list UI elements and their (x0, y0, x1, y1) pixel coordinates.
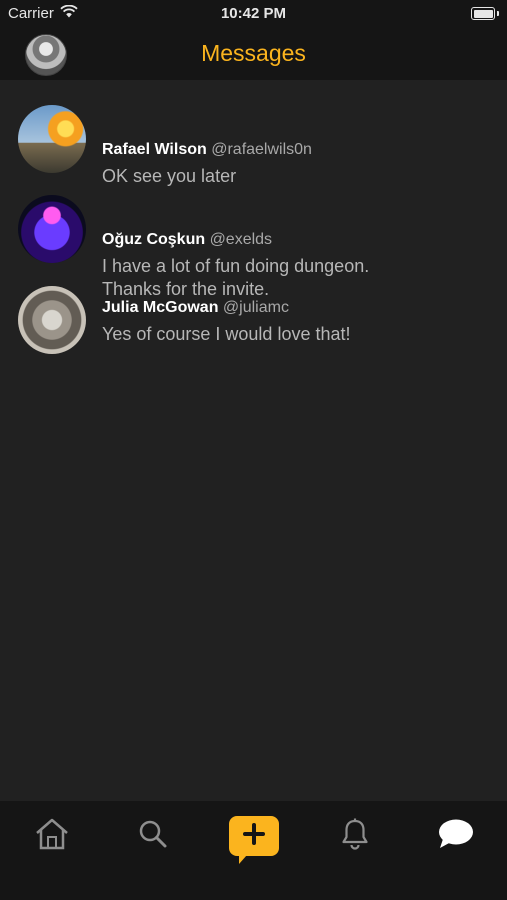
message-row[interactable]: Rafael Wilson @rafaelwils0n OK see you l… (0, 104, 507, 186)
message-line: I have a lot of fun doing dungeon. (102, 256, 370, 276)
avatar[interactable] (18, 195, 86, 263)
message-header: Julia McGowan @juliamc (102, 298, 487, 318)
tab-home[interactable] (1, 801, 102, 871)
sender-name: Julia McGowan (102, 299, 219, 316)
compose-icon (242, 822, 266, 851)
message-content: Julia McGowan @juliamc Yes of course I w… (102, 298, 487, 346)
message-preview: Yes of course I would love that! (102, 323, 487, 346)
message-header: Oğuz Coşkun @exelds (102, 230, 487, 250)
sender-handle: @juliamc (222, 299, 289, 316)
search-icon (137, 818, 169, 855)
message-content: Rafael Wilson @rafaelwils0n OK see you l… (102, 140, 487, 188)
message-row[interactable]: Julia McGowan @juliamc Yes of course I w… (0, 284, 507, 364)
nav-bar: Messages (0, 28, 507, 80)
page-title: Messages (201, 40, 306, 66)
sender-name: Rafael Wilson (102, 141, 207, 158)
home-icon (34, 817, 70, 856)
tab-messages[interactable] (405, 801, 506, 871)
message-header: Rafael Wilson @rafaelwils0n (102, 140, 487, 160)
message-line: Yes of course I would love that! (102, 324, 351, 344)
compose-button[interactable] (228, 816, 279, 864)
sender-name: Oğuz Coşkun (102, 231, 206, 248)
tab-bar (0, 801, 507, 900)
message-preview: OK see you later (102, 165, 487, 188)
message-line: OK see you later (102, 166, 237, 186)
message-row[interactable]: Oğuz Coşkun @exelds I have a lot of fun … (0, 194, 507, 299)
avatar[interactable] (18, 105, 86, 173)
bell-icon (340, 817, 370, 856)
status-bar: Carrier 10:42 PM (0, 0, 507, 28)
tab-compose[interactable] (203, 801, 304, 871)
avatar[interactable] (18, 286, 86, 354)
tab-search[interactable] (102, 801, 203, 871)
status-time: 10:42 PM (220, 5, 287, 22)
sender-handle: @exelds (209, 231, 273, 248)
sender-handle: @rafaelwils0n (211, 141, 312, 158)
tab-notifications[interactable] (304, 801, 405, 871)
chat-bubble-icon (437, 817, 475, 856)
battery-icon (471, 7, 499, 20)
